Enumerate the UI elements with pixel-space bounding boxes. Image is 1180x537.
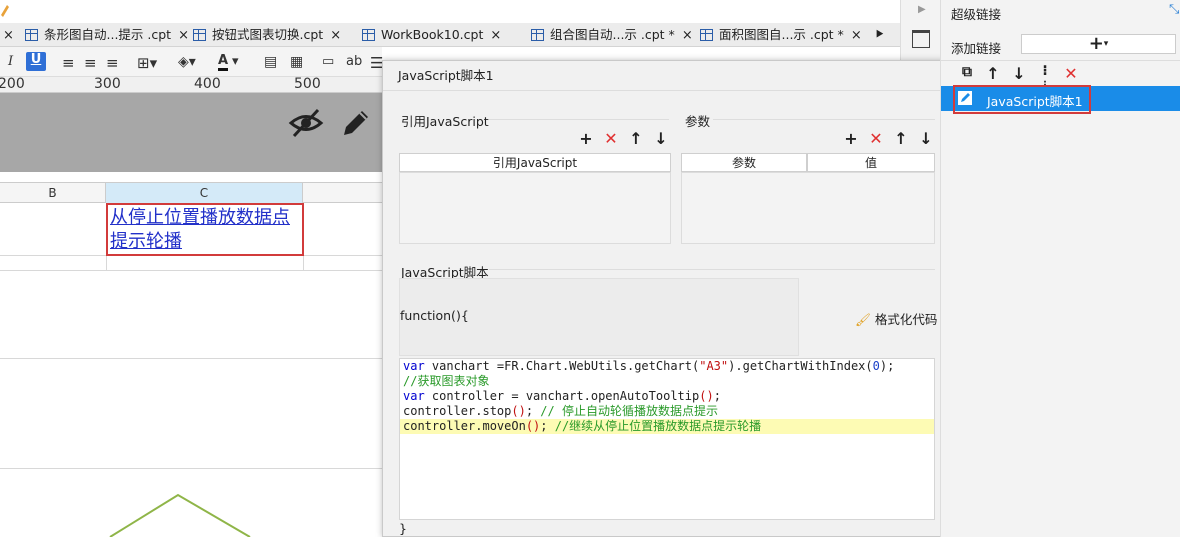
- tab-file-1[interactable]: 条形图自动...提示 .cpt ×: [25, 23, 189, 47]
- tab-close-button[interactable]: ×: [490, 24, 501, 48]
- tab-file-5[interactable]: 面积图图自...示 .cpt * ×: [700, 23, 862, 47]
- ref-js-table[interactable]: [399, 172, 671, 244]
- move-down-ref-js-button[interactable]: ↓: [653, 129, 669, 148]
- file-tab-bar: × 条形图自动...提示 .cpt × 按钮式图表切换.cpt × WorkBook…: [0, 23, 900, 47]
- grid-line: [0, 468, 382, 469]
- tab-file-2[interactable]: 按钮式图表切换.cpt ×: [193, 23, 341, 47]
- divider: [941, 60, 1180, 61]
- dialog-title: JavaScript脚本1: [383, 61, 951, 91]
- hyperlink-panel: 超级链接 ⤡ 添加链接 +▾ ⧉ ↑ ↓ ⁝⇣ ✕ JavaScript脚本1: [940, 0, 1180, 537]
- dropdown-arrow-icon: ▾: [1103, 39, 1109, 49]
- underline-button[interactable]: U: [26, 52, 46, 71]
- format-code-button[interactable]: 🖌 格式化代码: [855, 309, 937, 328]
- link-item-label: JavaScript脚本1: [987, 94, 1083, 109]
- report-file-icon: [193, 29, 206, 41]
- move-down-param-button[interactable]: ↓: [918, 129, 934, 148]
- hide-eye-icon[interactable]: [288, 107, 324, 139]
- insert-row-icon[interactable]: ▭: [322, 54, 334, 69]
- code-line[interactable]: controller.moveOn(); //继续从停止位置播放数据点提示轮播: [400, 419, 934, 434]
- code-line[interactable]: var controller = vanchart.openAutoToolti…: [400, 389, 934, 404]
- move-down-icon[interactable]: ↓: [1011, 64, 1027, 83]
- tab-list-icon[interactable]: ⯈: [874, 23, 885, 47]
- add-link-dropdown[interactable]: +▾: [1021, 34, 1176, 54]
- edit-pencil-icon[interactable]: [340, 105, 372, 139]
- tab-file-4[interactable]: 组合图自动...示 .cpt * ×: [531, 23, 693, 47]
- font-color-icon[interactable]: A: [218, 54, 229, 71]
- merge-cells-icon[interactable]: ▤: [264, 54, 277, 70]
- fill-color-icon[interactable]: ◈▾: [178, 54, 196, 70]
- delete-ref-js-button[interactable]: ✕: [603, 129, 619, 148]
- text-label-button[interactable]: ab: [346, 54, 362, 69]
- delete-icon[interactable]: ✕: [1063, 64, 1079, 83]
- closing-brace: }: [399, 521, 407, 536]
- panel-title: 超级链接: [951, 7, 1002, 22]
- collapse-arrow-icon[interactable]: ▶: [918, 4, 926, 15]
- param-column-header: 参数: [681, 153, 807, 172]
- cell-attribute-icon[interactable]: [912, 30, 930, 48]
- column-header-b[interactable]: B: [0, 183, 106, 203]
- expand-icon[interactable]: ⤡: [1169, 2, 1179, 17]
- value-column-header: 值: [807, 153, 935, 172]
- javascript-dialog: JavaScript脚本1 引用JavaScript 参数 + ✕ ↑ ↓ + …: [382, 60, 952, 537]
- report-file-icon: [531, 29, 544, 41]
- params-table[interactable]: [681, 172, 935, 244]
- delete-param-button[interactable]: ✕: [868, 129, 884, 148]
- report-file-icon: [362, 29, 375, 41]
- align-center-icon[interactable]: ≡: [84, 54, 97, 72]
- cell-c-hyperlink[interactable]: 从停止位置播放数据点 提示轮播: [106, 203, 304, 256]
- copy-icon[interactable]: ⧉: [959, 64, 975, 80]
- code-editor[interactable]: var vanchart =FR.Chart.WebUtils.getChart…: [399, 358, 935, 520]
- tab-close-button[interactable]: ×: [851, 24, 862, 48]
- italic-button[interactable]: I: [8, 54, 13, 69]
- pencil-icon[interactable]: [0, 2, 10, 18]
- tab-close-button[interactable]: ×: [682, 24, 693, 48]
- tab-file-3[interactable]: WorkBook10.cpt ×: [362, 23, 501, 47]
- chart-line-fragment: [109, 493, 251, 537]
- move-up-ref-js-button[interactable]: ↑: [628, 129, 644, 148]
- grid-line: [0, 270, 382, 271]
- ref-js-column-header: 引用JavaScript: [399, 153, 671, 172]
- params-section-title: 参数: [685, 114, 711, 129]
- split-cells-icon[interactable]: ▦: [290, 54, 303, 70]
- column-header-row: B C: [0, 182, 382, 203]
- align-left-icon[interactable]: ≡: [62, 54, 75, 72]
- report-file-icon: [25, 29, 38, 41]
- edit-icon: [958, 91, 972, 105]
- add-link-label: 添加链接: [951, 41, 1002, 56]
- border-icon[interactable]: ⊞▾: [137, 54, 157, 72]
- divider: [489, 119, 669, 120]
- brush-icon: 🖌: [855, 312, 871, 327]
- grid-line: [106, 255, 107, 271]
- horizontal-ruler: 200 300 400 500: [0, 76, 382, 93]
- tab-close-button[interactable]: ×: [330, 24, 341, 48]
- code-line[interactable]: //获取图表对象: [400, 374, 934, 389]
- preview-header-area: [0, 93, 382, 172]
- font-color-dropdown-icon[interactable]: ▾: [232, 54, 239, 69]
- add-ref-js-button[interactable]: +: [578, 129, 594, 148]
- format-toolbar: I U ≡ ≡ ≡ ⊞▾ ◈▾ A ▾ ▤ ▦ ▭ ab ☰: [0, 47, 383, 77]
- report-file-icon: [700, 29, 713, 41]
- ref-js-section-title: 引用JavaScript: [401, 114, 489, 129]
- move-up-icon[interactable]: ↑: [985, 64, 1001, 83]
- function-header: function(){: [400, 308, 469, 323]
- tab-close-button[interactable]: ×: [178, 24, 189, 48]
- move-up-param-button[interactable]: ↑: [893, 129, 909, 148]
- divider: [713, 119, 935, 120]
- code-line[interactable]: var vanchart =FR.Chart.WebUtils.getChart…: [400, 359, 934, 374]
- column-header-c[interactable]: C: [106, 183, 303, 203]
- align-right-icon[interactable]: ≡: [106, 54, 119, 72]
- tab-close-partial[interactable]: ×: [0, 23, 14, 47]
- divider: [489, 269, 935, 270]
- add-param-button[interactable]: +: [843, 129, 859, 148]
- grid-line: [0, 358, 382, 359]
- code-line[interactable]: controller.stop(); // 停止自动轮循播放数据点提示: [400, 404, 934, 419]
